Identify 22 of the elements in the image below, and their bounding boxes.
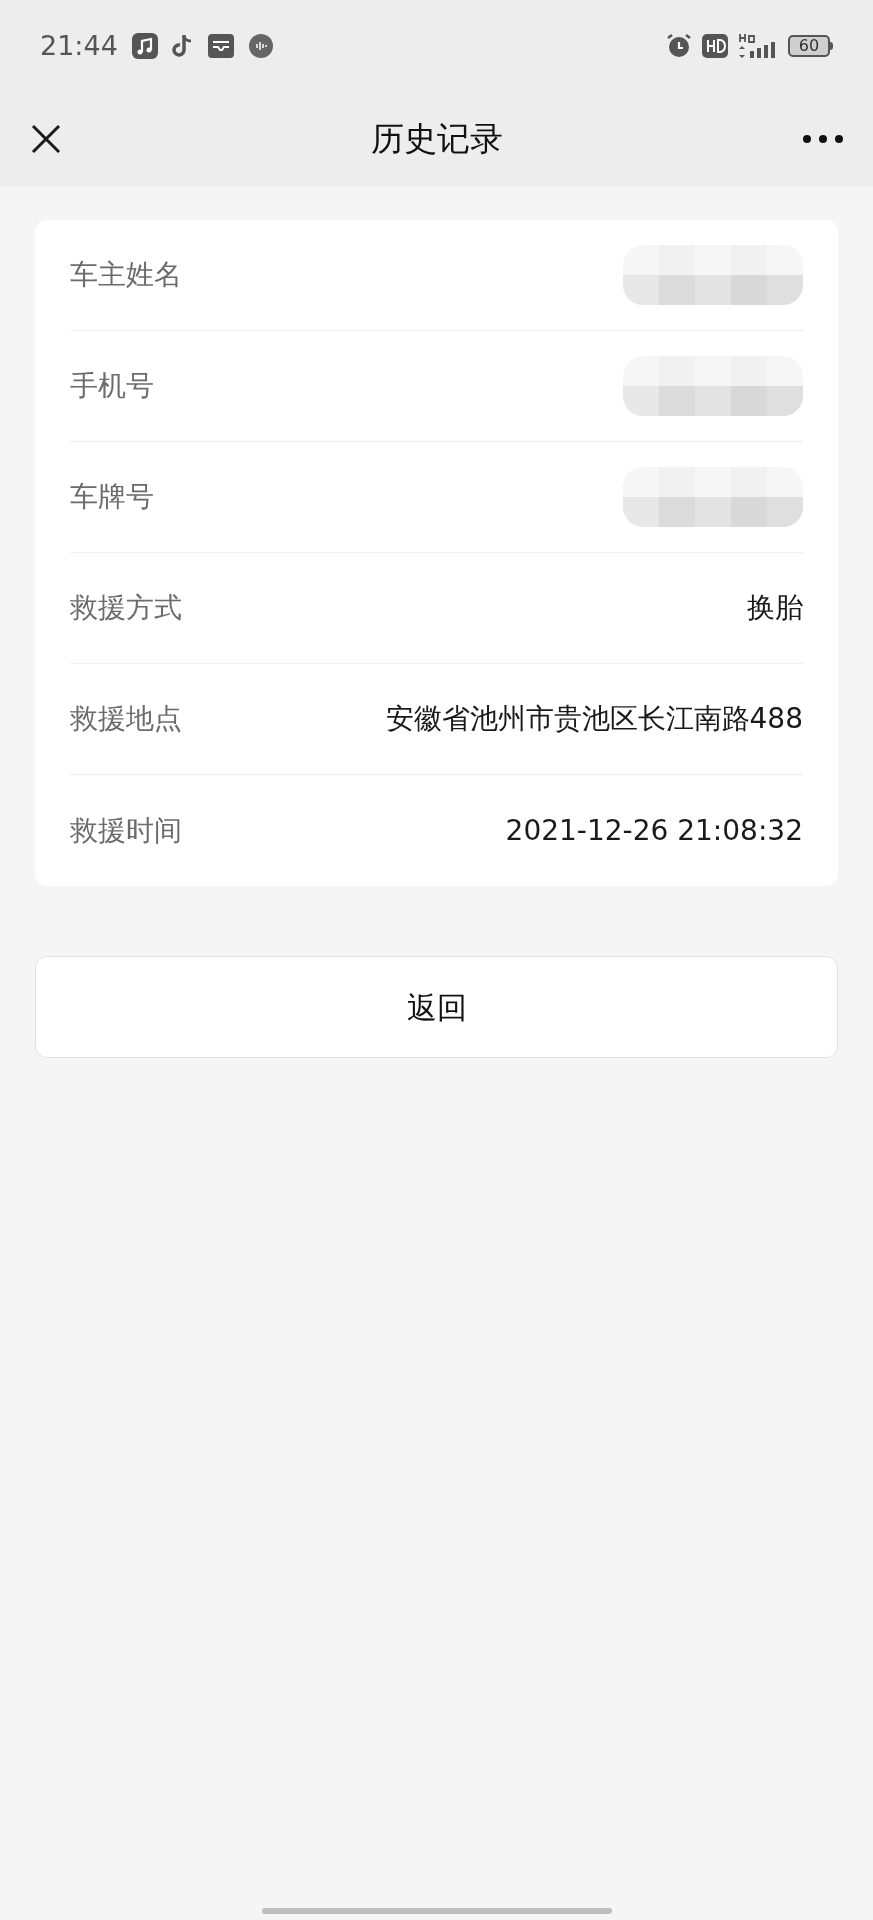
close-icon bbox=[30, 123, 62, 155]
more-icon bbox=[802, 134, 844, 144]
field-label: 手机号 bbox=[70, 368, 154, 404]
field-value: 安徽省池州市贵池区长江南路488 bbox=[385, 701, 803, 737]
battery-indicator: 60 bbox=[788, 35, 833, 57]
field-label: 救援地点 bbox=[70, 701, 182, 737]
field-value: 2021-12-26 21:08:32 bbox=[505, 812, 803, 849]
field-label: 救援方式 bbox=[70, 590, 182, 626]
voice-icon bbox=[247, 33, 274, 59]
music-note-icon bbox=[131, 33, 158, 59]
page-title: 历史记录 bbox=[370, 118, 503, 161]
status-time: 21:44 bbox=[40, 28, 118, 63]
field-label: 车牌号 bbox=[70, 479, 154, 515]
signal-icon bbox=[738, 32, 778, 60]
field-label: 车主姓名 bbox=[70, 257, 182, 293]
hd-icon bbox=[702, 34, 728, 58]
inbox-icon bbox=[207, 34, 234, 58]
field-value: 换胎 bbox=[747, 590, 803, 626]
music-note-icon bbox=[171, 33, 194, 59]
field-label: 救援时间 bbox=[70, 812, 182, 849]
alarm-clock-icon bbox=[666, 33, 692, 59]
back-button[interactable]: 返回 bbox=[35, 956, 838, 1058]
